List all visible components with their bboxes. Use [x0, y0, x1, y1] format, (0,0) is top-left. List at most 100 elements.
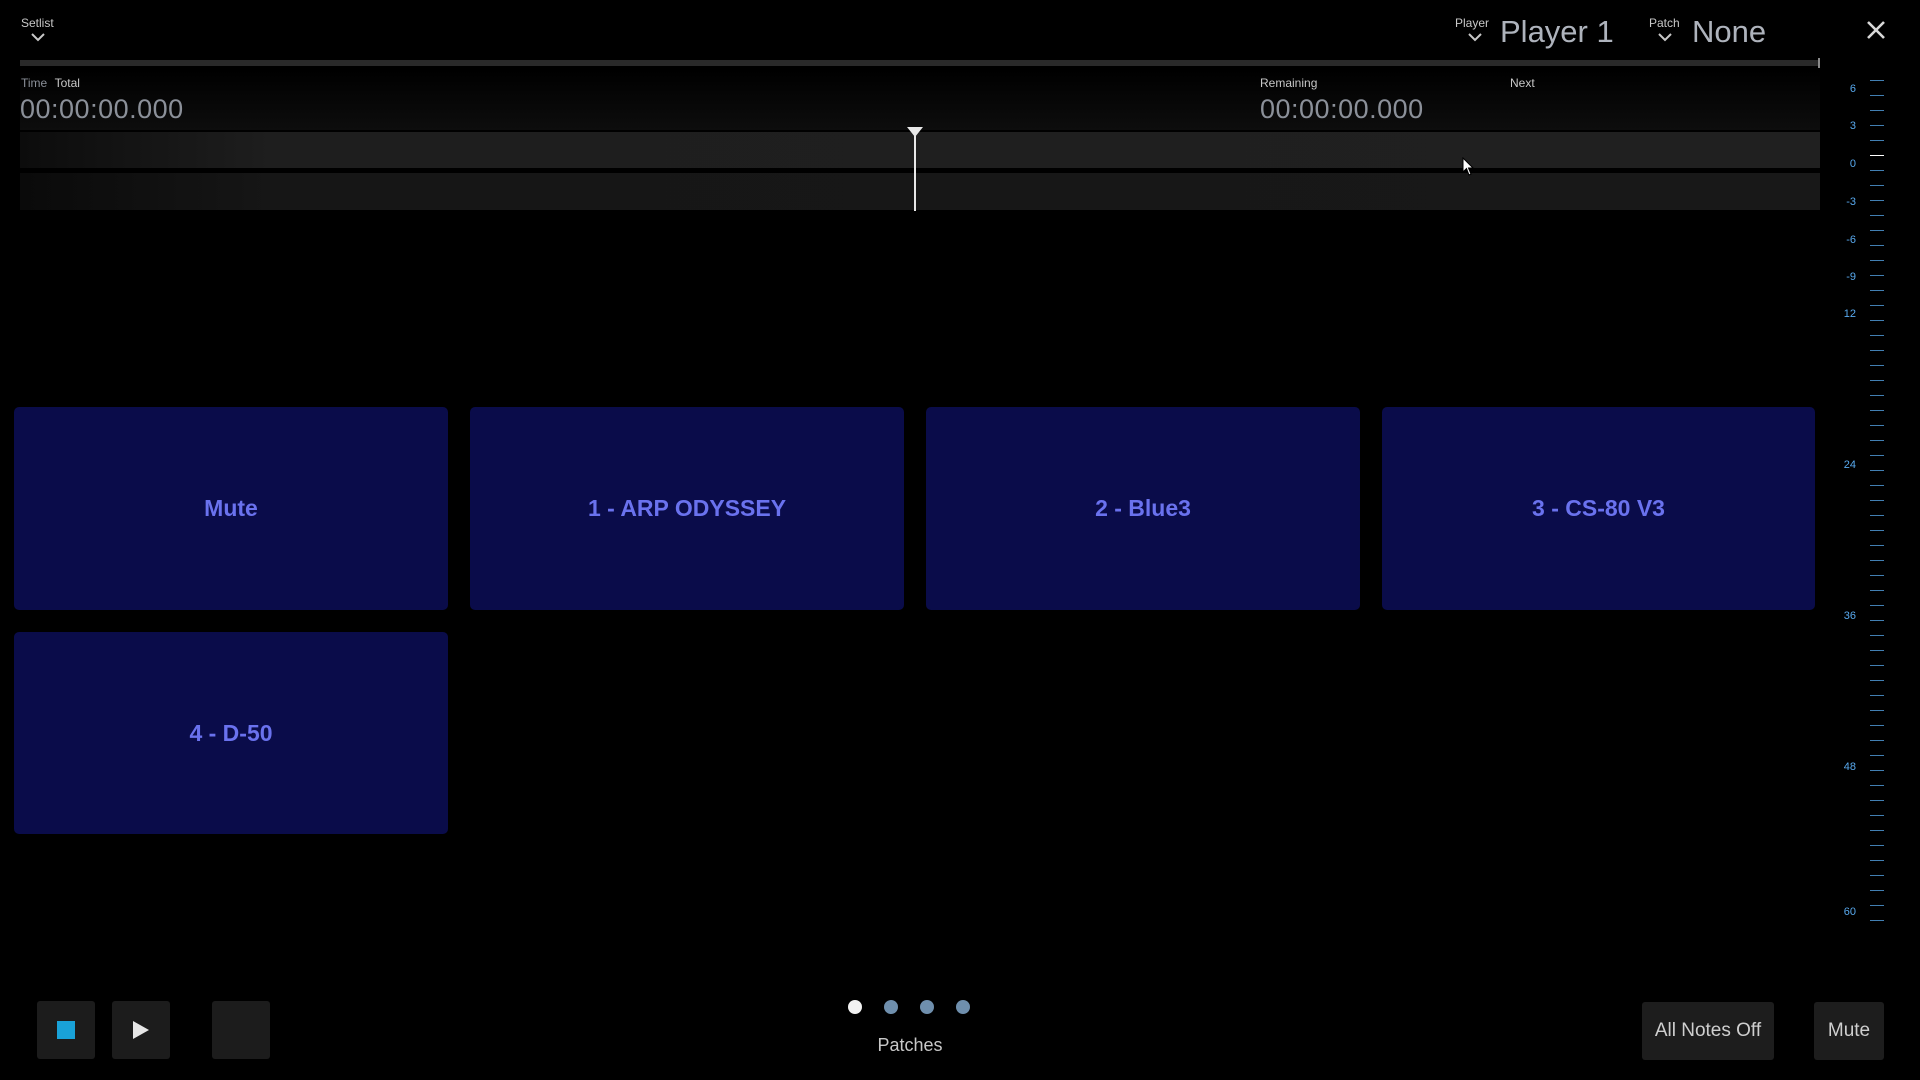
play-button[interactable]: [112, 1001, 170, 1059]
meter-label: 36: [1843, 610, 1856, 622]
patch-button-mute[interactable]: Mute: [14, 407, 448, 610]
meter-tick: [1870, 230, 1884, 231]
meter-tick: [1870, 290, 1884, 291]
meter-tick: [1870, 275, 1884, 276]
meter-tick: [1870, 590, 1884, 591]
meter-tick: [1870, 470, 1884, 471]
meter-tick: [1870, 680, 1884, 681]
player-label: Player: [1455, 16, 1490, 30]
meter-tick: [1870, 170, 1884, 171]
meter-tick: [1870, 500, 1884, 501]
meter-tick: [1870, 665, 1884, 666]
meter-label: 0: [1849, 158, 1856, 170]
remaining-time-value: 00:00:00.000: [1260, 94, 1424, 124]
time-label-group: Time Total: [21, 76, 80, 90]
page-dot-4[interactable]: [956, 1000, 970, 1014]
patch-value: None: [1692, 14, 1767, 49]
total-label: Total: [54, 76, 80, 90]
meter-label: 3: [1849, 120, 1856, 132]
meter-tick: [1870, 800, 1884, 801]
meter-tick: [1870, 410, 1884, 411]
level-meter: 6 3 0 -3 -6 -9 12 24 36 48 60: [1836, 74, 1920, 926]
stop-icon: [57, 1021, 75, 1039]
meter-tick: [1870, 755, 1884, 756]
meter-tick: [1870, 80, 1884, 81]
meter-label: 24: [1843, 459, 1856, 471]
patch-button-label: Mute: [204, 495, 258, 521]
mouse-cursor-icon: [1462, 157, 1474, 176]
meter-label: 48: [1843, 761, 1856, 773]
meter-tick: [1870, 725, 1884, 726]
meter-tick: [1870, 890, 1884, 891]
meter-tick: [1870, 350, 1884, 351]
page-dot-3[interactable]: [920, 1000, 934, 1014]
meter-tick: [1870, 260, 1884, 261]
meter-tick: [1870, 440, 1884, 441]
patch-button-d-50[interactable]: 4 - D-50: [14, 632, 448, 834]
meter-tick: [1870, 770, 1884, 771]
meter-tick: [1870, 575, 1884, 576]
setlist-selector[interactable]: Setlist: [20, 14, 80, 48]
chevron-down-icon: [31, 33, 45, 42]
time-panel: [20, 70, 1820, 130]
meter-tick: [1870, 185, 1884, 186]
meter-tick: [1870, 485, 1884, 486]
meter-tick: [1870, 395, 1884, 396]
meter-label: -3: [1846, 196, 1856, 208]
page-indicator: [840, 1000, 980, 1020]
meter-tick: [1870, 845, 1884, 846]
time-label: Time: [21, 76, 48, 90]
meter-tick: [1870, 125, 1884, 126]
page-dot-1[interactable]: [848, 1000, 862, 1014]
meter-tick: [1870, 920, 1884, 921]
meter-tick: [1870, 620, 1884, 621]
meter-tick: [1870, 875, 1884, 876]
next-label: Next: [1510, 76, 1535, 90]
meter-tick: [1870, 425, 1884, 426]
patch-button-arp-odyssey[interactable]: 1 - ARP ODYSSEY: [470, 407, 904, 610]
patch-button-cs-80-v3[interactable]: 3 - CS-80 V3: [1382, 407, 1815, 610]
patch-button-label: 1 - ARP ODYSSEY: [587, 495, 787, 521]
timeline-lane-2[interactable]: [20, 173, 1820, 210]
meter-tick: [1870, 155, 1884, 156]
meter-tick: [1870, 530, 1884, 531]
meter-tick: [1870, 335, 1884, 336]
meter-tick: [1870, 905, 1884, 906]
meter-tick: [1870, 560, 1884, 561]
playhead[interactable]: [914, 129, 916, 211]
mute-button[interactable]: Mute: [1814, 1002, 1884, 1060]
meter-tick: [1870, 320, 1884, 321]
patch-selector[interactable]: Patch None: [1648, 14, 1788, 54]
all-notes-off-button[interactable]: All Notes Off: [1642, 1002, 1774, 1060]
meter-tick: [1870, 245, 1884, 246]
meter-tick: [1870, 815, 1884, 816]
total-time-value: 00:00:00.000: [20, 94, 184, 124]
meter-tick: [1870, 710, 1884, 711]
meter-label: -9: [1846, 271, 1856, 283]
meter-tick: [1870, 740, 1884, 741]
close-icon[interactable]: [1866, 20, 1886, 40]
meter-label: 12: [1843, 308, 1856, 320]
meter-tick: [1870, 215, 1884, 216]
patch-button-label: 4 - D-50: [189, 719, 273, 746]
patch-button-blue3[interactable]: 2 - Blue3: [926, 407, 1360, 610]
player-selector[interactable]: Player Player 1: [1454, 14, 1614, 54]
meter-tick: [1870, 830, 1884, 831]
meter-label: 60: [1843, 906, 1856, 918]
play-icon: [133, 1021, 149, 1039]
playhead-handle-icon[interactable]: [907, 127, 923, 139]
extra-control-button[interactable]: [212, 1001, 270, 1059]
meter-label: 6: [1849, 83, 1856, 95]
meter-tick: [1870, 785, 1884, 786]
meter-tick: [1870, 380, 1884, 381]
patch-label: Patch: [1649, 16, 1680, 30]
meter-tick: [1870, 860, 1884, 861]
chevron-down-icon: [1658, 33, 1672, 42]
patch-button-label: 2 - Blue3: [1095, 495, 1191, 521]
meter-tick: [1870, 515, 1884, 516]
page-dot-2[interactable]: [884, 1000, 898, 1014]
progress-track: [20, 60, 1820, 66]
meter-tick: [1870, 695, 1884, 696]
meter-tick: [1870, 605, 1884, 606]
stop-button[interactable]: [37, 1001, 95, 1059]
